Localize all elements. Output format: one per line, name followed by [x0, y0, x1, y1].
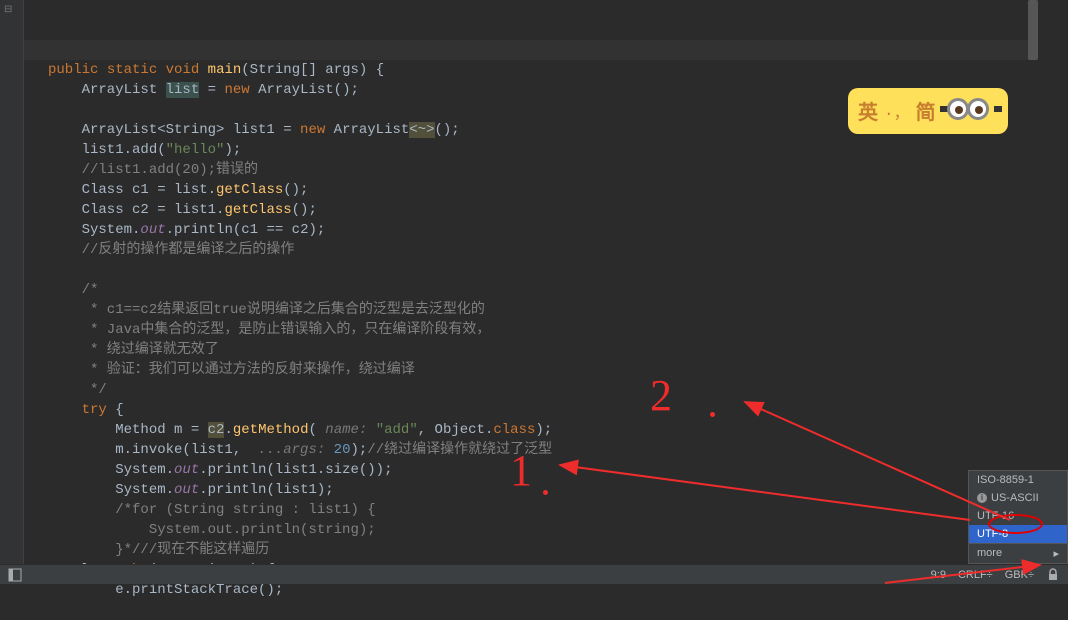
code-text: (); [283, 182, 308, 198]
keyword: new [300, 122, 325, 138]
code-text: { [107, 402, 124, 418]
ime-language-bar[interactable]: 英 ·， 简 [848, 88, 1008, 134]
method-call: getMethod [233, 422, 309, 438]
variable-highlight: list [166, 82, 200, 98]
code-text: System. [48, 482, 174, 498]
encoding-item-utf8[interactable]: UTF-8 [969, 525, 1067, 543]
caret-line-highlight [24, 40, 1038, 60]
string-literal: "hello" [166, 142, 225, 158]
keyword: static [107, 62, 157, 78]
method-call: getClass [216, 182, 283, 198]
code-text: ( [308, 422, 325, 438]
method-call: getClass [224, 202, 291, 218]
tool-window-icon[interactable] [8, 568, 22, 582]
method-name: main [208, 62, 242, 78]
code-text: ArrayList(); [250, 82, 359, 98]
encoding-more[interactable]: more▸ [969, 543, 1067, 563]
code-text: e.printStackTrace(); [48, 582, 283, 598]
param-hint: name: [325, 422, 367, 438]
collapse-icon[interactable]: ⊟ [4, 4, 12, 16]
code-text: ArrayList<String> list1 = [48, 122, 300, 138]
file-encoding[interactable]: GBK÷ [1005, 569, 1034, 581]
code-text: Class c2 = list1. [48, 202, 224, 218]
code-text: (); [292, 202, 317, 218]
comment: //list1.add(20);错误的 [48, 162, 258, 178]
ime-lang-2[interactable]: 简 [916, 96, 936, 126]
code-text: ); [224, 142, 241, 158]
code-text: . [224, 422, 232, 438]
code-text: = [199, 82, 224, 98]
code-text: .println(list1.size()); [199, 462, 392, 478]
keyword: new [224, 82, 249, 98]
code-text: , Object. [418, 422, 494, 438]
code-text: .println(c1 == c2); [166, 222, 326, 238]
line-ending[interactable]: CRLF÷ [958, 569, 993, 581]
encoding-item-iso[interactable]: ISO-8859-1 [969, 471, 1067, 489]
string-literal: "add" [376, 422, 418, 438]
minion-icon[interactable] [944, 95, 998, 127]
keyword: void [166, 62, 200, 78]
param-hint: ...args: [258, 442, 325, 458]
comment: System.out.println(string); [48, 522, 376, 538]
info-icon: i [977, 493, 987, 503]
code-text: Class c1 = list. [48, 182, 216, 198]
comment: * c1==c2结果返回true说明编译之后集合的泛型是去泛型化的 [48, 302, 485, 318]
comment: //绕过编译操作就绕过了泛型 [367, 442, 552, 458]
field: out [174, 462, 199, 478]
comment: /*for (String string : list1) { [48, 502, 376, 518]
editor-gutter[interactable]: ⊟ [0, 0, 24, 564]
keyword: try [48, 402, 107, 418]
chevron-right-icon: ▸ [1053, 547, 1059, 560]
comment: * Java中集合的泛型，是防止错误输入的，只在编译阶段有效， [48, 322, 490, 338]
vertical-scrollbar[interactable] [1028, 0, 1038, 60]
code-text: m.invoke(list1, [48, 442, 258, 458]
comment: /* [48, 282, 98, 298]
comment: //现在不能这样遍历 [140, 542, 269, 558]
encoding-item-utf16[interactable]: UTF-16 [969, 507, 1067, 525]
code-text: ); [535, 422, 552, 438]
code-text [367, 422, 375, 438]
code-text: (); [435, 122, 460, 138]
code-text: list1.add( [48, 142, 166, 158]
code-text: .println(list1); [199, 482, 333, 498]
ime-separator: ·， [884, 99, 910, 123]
variable-highlight: c2 [208, 422, 225, 438]
comment: //反射的操作都是编译之后的操作 [48, 242, 294, 258]
keyword: class [493, 422, 535, 438]
comment: * 验证：我们可以通过方法的反射来操作，绕过编译 [48, 362, 415, 378]
code-text: Method m = [48, 422, 208, 438]
warning-highlight: <~> [409, 122, 434, 138]
encoding-item-usascii[interactable]: iUS-ASCII [969, 489, 1067, 507]
keyword: public [48, 62, 98, 78]
comment: }*/ [48, 542, 140, 558]
comment: * 绕过编译就无效了 [48, 342, 219, 358]
number-literal: 20 [334, 442, 351, 458]
code-text: ArrayList [48, 82, 166, 98]
code-editor[interactable]: public static void main(String[] args) {… [24, 0, 1038, 564]
cursor-position[interactable]: 9:9 [931, 569, 946, 581]
field: out [174, 482, 199, 498]
code-text: ArrayList [325, 122, 409, 138]
code-text: ); [350, 442, 367, 458]
code-text [325, 442, 333, 458]
lock-icon[interactable] [1046, 568, 1060, 582]
ime-lang-1[interactable]: 英 [858, 96, 878, 126]
encoding-menu[interactable]: ISO-8859-1 iUS-ASCII UTF-16 UTF-8 more▸ [968, 470, 1068, 564]
status-bar: 9:9 CRLF÷ GBK÷ [0, 564, 1068, 584]
code-text: System. [48, 222, 140, 238]
code-text: System. [48, 462, 174, 478]
code-text: (String[] args) { [241, 62, 384, 78]
comment: */ [48, 382, 107, 398]
field: out [140, 222, 165, 238]
